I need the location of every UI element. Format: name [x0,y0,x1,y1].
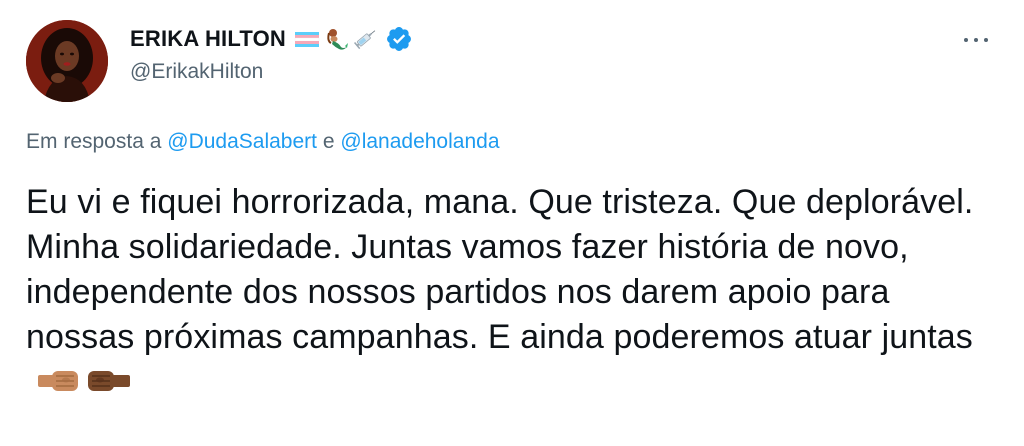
dot-icon [964,38,968,42]
tweet-card[interactable]: ERIKA HILTON @ErikakHilton Em resposta a… [0,0,1024,446]
reply-context: Em resposta a @DudaSalabert e @lanadehol… [26,130,500,154]
mention-link[interactable]: @lanadeholanda [340,130,499,153]
fist-bump-icon [38,371,130,391]
transgender-flag-emoji [294,32,320,47]
tweet-text-block: Eu vi e fiquei horrorizada, mana. Que tr… [26,180,996,408]
fist-bump-left-emoji [38,371,78,391]
fist-bump-emojis [36,363,134,408]
reply-conjunction: e [322,130,335,153]
mention-link[interactable]: @DudaSalabert [167,130,317,153]
mermaid-emoji [327,29,348,50]
reply-prefix: Em resposta a [26,130,162,153]
display-name[interactable]: ERIKA HILTON [130,26,286,52]
name-emojis [294,27,381,51]
syringe-emoji [354,30,376,50]
verified-badge-icon[interactable] [385,25,413,53]
name-row: ERIKA HILTON [130,24,413,54]
author-block: ERIKA HILTON @ErikakHilton [130,24,413,84]
user-handle[interactable]: @ErikakHilton [130,60,413,84]
avatar-image [26,20,108,102]
more-options-button[interactable] [956,28,996,52]
dot-icon [984,38,988,42]
tweet-text: Eu vi e fiquei horrorizada, mana. Que tr… [26,183,974,356]
dot-icon [974,38,978,42]
avatar[interactable] [26,20,108,102]
fist-bump-right-emoji [88,371,130,391]
